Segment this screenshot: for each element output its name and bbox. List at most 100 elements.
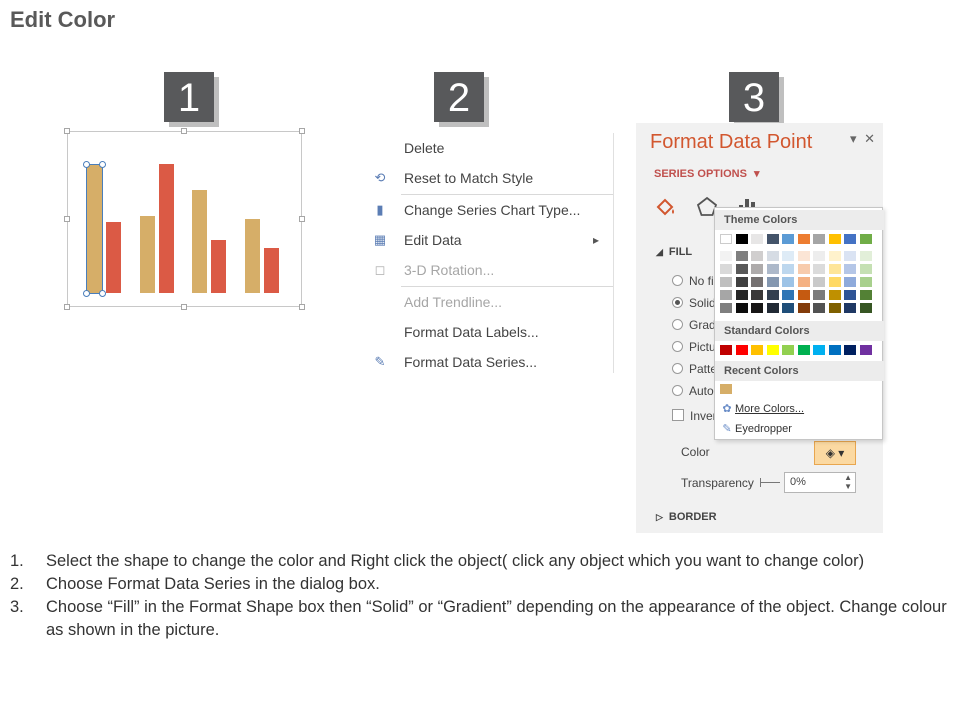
chart-bar[interactable] — [192, 190, 207, 293]
theme-shade-swatch[interactable] — [766, 277, 779, 287]
theme-shade-swatch[interactable] — [813, 264, 825, 274]
theme-shade-swatch[interactable] — [859, 264, 872, 274]
theme-color-swatch[interactable] — [720, 234, 732, 244]
theme-shade-swatch[interactable] — [797, 303, 810, 313]
fill-section-header[interactable]: ◢ FILL — [656, 246, 692, 258]
chart-bar[interactable] — [245, 219, 260, 293]
theme-shade-swatch[interactable] — [751, 251, 763, 261]
theme-shade-swatch[interactable] — [859, 290, 872, 300]
chevron-down-icon[interactable]: ▾ — [850, 131, 857, 146]
theme-color-swatch[interactable] — [797, 234, 810, 244]
theme-color-swatch[interactable] — [735, 234, 748, 244]
context-menu-item[interactable]: ◻ 3-D Rotation... — [365, 256, 615, 284]
spinner-icon[interactable]: ▲ ▼ — [844, 473, 852, 491]
theme-shade-swatch[interactable] — [859, 277, 872, 287]
radio-button[interactable] — [672, 319, 683, 330]
theme-color-swatch[interactable] — [782, 234, 794, 244]
theme-shade-swatch[interactable] — [735, 303, 748, 313]
resize-handle[interactable] — [299, 216, 305, 222]
chart-bar[interactable] — [83, 161, 106, 297]
context-menu-item[interactable]: Add Trendline... — [365, 288, 615, 316]
resize-handle[interactable] — [181, 128, 187, 134]
fill-option-radio[interactable]: Patte — [672, 362, 717, 376]
theme-shade-swatch[interactable] — [735, 290, 748, 300]
theme-color-swatch[interactable] — [828, 234, 841, 244]
theme-shade-swatch[interactable] — [751, 290, 763, 300]
radio-button[interactable] — [672, 341, 683, 352]
theme-shade-swatch[interactable] — [766, 264, 779, 274]
selection-handle[interactable] — [99, 290, 106, 297]
theme-shade-swatch[interactable] — [766, 303, 779, 313]
standard-color-swatch[interactable] — [859, 345, 872, 355]
theme-shade-swatch[interactable] — [797, 264, 810, 274]
theme-shade-swatch[interactable] — [828, 277, 841, 287]
theme-shade-swatch[interactable] — [844, 290, 856, 300]
context-menu-item[interactable]: Delete — [365, 134, 615, 162]
selection-handle[interactable] — [99, 161, 106, 168]
resize-handle[interactable] — [64, 304, 70, 310]
chart-bar[interactable] — [106, 222, 121, 293]
theme-shade-swatch[interactable] — [782, 303, 794, 313]
theme-shade-swatch[interactable] — [859, 303, 872, 313]
context-menu-item[interactable]: ▦ Edit Data ▸ — [365, 226, 615, 254]
theme-shade-swatch[interactable] — [813, 277, 825, 287]
fill-option-radio[interactable]: No fi — [672, 274, 714, 288]
theme-shade-swatch[interactable] — [782, 277, 794, 287]
theme-color-swatch[interactable] — [766, 234, 779, 244]
checkbox[interactable] — [672, 409, 684, 421]
theme-shade-swatch[interactable] — [766, 251, 779, 261]
paint-bucket-icon[interactable] — [654, 196, 678, 224]
more-colors-option[interactable]: ✿ More Colors... — [719, 402, 804, 415]
context-menu-item[interactable]: ▮ Change Series Chart Type... — [365, 196, 615, 224]
context-menu-item[interactable]: ✎ Format Data Series... — [365, 348, 615, 376]
eyedropper-option[interactable]: ✎ Eyedropper — [719, 422, 791, 435]
standard-color-swatch[interactable] — [735, 345, 748, 355]
chart-bar[interactable] — [159, 164, 174, 293]
theme-shade-swatch[interactable] — [797, 251, 810, 261]
close-icon[interactable]: ✕ — [864, 131, 875, 146]
radio-button[interactable] — [672, 363, 683, 374]
series-options-dropdown[interactable]: SERIES OPTIONS ▾ — [654, 167, 760, 180]
theme-shade-swatch[interactable] — [751, 303, 763, 313]
resize-handle[interactable] — [299, 128, 305, 134]
theme-shade-swatch[interactable] — [828, 251, 841, 261]
standard-color-swatch[interactable] — [828, 345, 841, 355]
radio-button[interactable] — [672, 275, 683, 286]
chart-bar[interactable] — [264, 248, 279, 293]
standard-color-swatch[interactable] — [782, 345, 794, 355]
theme-color-swatch[interactable] — [859, 234, 872, 244]
radio-button[interactable] — [672, 297, 683, 308]
theme-shade-swatch[interactable] — [782, 251, 794, 261]
theme-shade-swatch[interactable] — [813, 251, 825, 261]
selection-handle[interactable] — [83, 290, 90, 297]
selection-handle[interactable] — [83, 161, 90, 168]
theme-shade-swatch[interactable] — [720, 264, 732, 274]
fill-option-radio[interactable]: Pictu — [672, 340, 716, 354]
theme-shade-swatch[interactable] — [844, 303, 856, 313]
radio-button[interactable] — [672, 385, 683, 396]
recent-color-swatch[interactable] — [720, 384, 732, 394]
chart-area[interactable] — [64, 128, 305, 310]
resize-handle[interactable] — [64, 216, 70, 222]
fill-option-radio[interactable]: Grad — [672, 318, 716, 332]
theme-shade-swatch[interactable] — [844, 264, 856, 274]
theme-shade-swatch[interactable] — [844, 277, 856, 287]
theme-color-swatch[interactable] — [844, 234, 856, 244]
theme-shade-swatch[interactable] — [720, 251, 732, 261]
theme-shade-swatch[interactable] — [813, 303, 825, 313]
fill-color-button[interactable]: ◈ ▾ — [814, 441, 856, 465]
border-section-header[interactable]: ▷ BORDER — [656, 511, 717, 523]
standard-color-swatch[interactable] — [844, 345, 856, 355]
resize-handle[interactable] — [299, 304, 305, 310]
theme-shade-swatch[interactable] — [735, 251, 748, 261]
context-menu-item[interactable]: Format Data Labels... — [365, 318, 615, 346]
theme-shade-swatch[interactable] — [782, 264, 794, 274]
theme-shade-swatch[interactable] — [797, 290, 810, 300]
standard-color-swatch[interactable] — [797, 345, 810, 355]
chart-bar[interactable] — [211, 240, 226, 293]
theme-shade-swatch[interactable] — [782, 290, 794, 300]
theme-shade-swatch[interactable] — [766, 290, 779, 300]
theme-shade-swatch[interactable] — [720, 303, 732, 313]
theme-shade-swatch[interactable] — [720, 290, 732, 300]
theme-shade-swatch[interactable] — [797, 277, 810, 287]
